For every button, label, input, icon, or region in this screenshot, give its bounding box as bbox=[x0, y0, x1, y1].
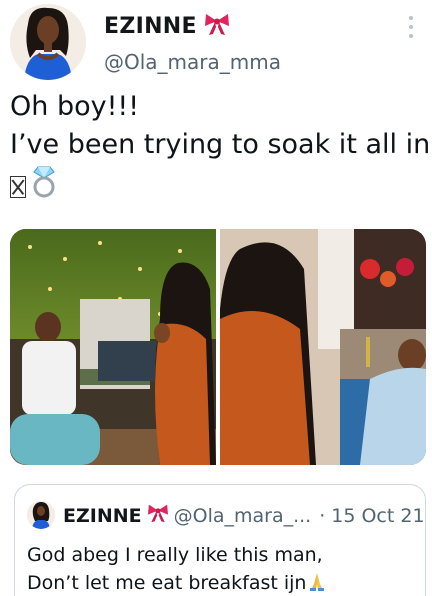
tweet-text-line: Oh boy!!! bbox=[10, 91, 140, 122]
tweet-photo[interactable] bbox=[10, 229, 216, 465]
author-avatar[interactable] bbox=[10, 4, 86, 80]
tweet-media-grid bbox=[10, 229, 426, 465]
missing-glyph-icon bbox=[10, 175, 26, 198]
quoted-separator: · bbox=[319, 504, 326, 527]
tweet-photo[interactable] bbox=[220, 229, 426, 465]
quoted-text-line: God abeg I really like this man, bbox=[27, 544, 323, 566]
tweet-text: Oh boy!!! I’ve been trying to soak it al… bbox=[10, 88, 431, 209]
ribbon-icon bbox=[203, 12, 231, 40]
author-display-name[interactable]: EZINNE bbox=[104, 14, 197, 39]
quoted-text: God abeg I really like this man, Don’t l… bbox=[27, 541, 328, 596]
ribbon-icon bbox=[146, 503, 170, 528]
quoted-author-avatar bbox=[27, 501, 55, 529]
quoted-date: 15 Oct 21 bbox=[331, 504, 425, 527]
quoted-text-line: Don’t let me eat breakfast ijn bbox=[27, 572, 307, 594]
more-options-icon[interactable] bbox=[408, 16, 414, 38]
tweet-text-line: I’ve been trying to soak it all in bbox=[10, 129, 431, 160]
quoted-tweet[interactable]: EZINNE @Ola_mara_... · 15 Oct 21 God abe… bbox=[14, 484, 426, 596]
author-name-row: EZINNE bbox=[104, 12, 231, 40]
ring-icon bbox=[32, 164, 56, 209]
tweet-emoji-row bbox=[10, 164, 428, 209]
quoted-text-line-2: Don’t let me eat breakfast ijn bbox=[27, 569, 328, 596]
quoted-header: EZINNE @Ola_mara_... · 15 Oct 21 bbox=[63, 503, 425, 528]
author-handle[interactable]: @Ola_mara_mma bbox=[104, 50, 281, 74]
folded-hands-icon bbox=[306, 572, 328, 594]
quoted-handle: @Ola_mara_... bbox=[173, 504, 312, 527]
quoted-display-name: EZINNE bbox=[63, 504, 142, 527]
